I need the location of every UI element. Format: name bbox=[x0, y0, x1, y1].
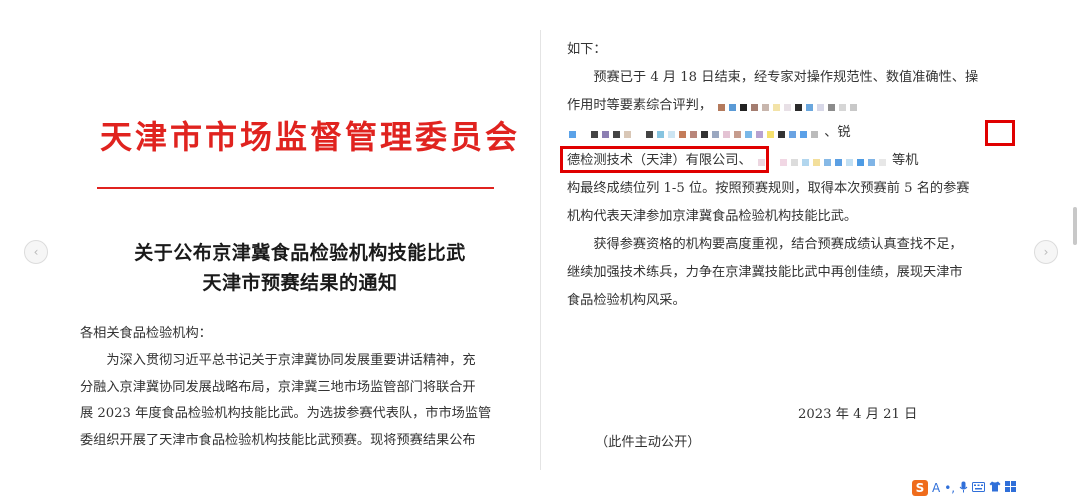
text-line: 食品检验机构风采。 bbox=[567, 293, 686, 308]
logo-s-icon[interactable]: S bbox=[912, 480, 928, 496]
text-line: 预赛已于 4 月 18 日结束，经专家对操作规范性、数值准确性、操 bbox=[567, 70, 979, 85]
text-line: 继续加强技术练兵，力争在京津冀技能比武中再创佳绩，展现天津市 bbox=[567, 265, 963, 280]
text-a-icon[interactable]: A bbox=[932, 481, 940, 495]
issuer-header: 天津市市场监督管理委员会 bbox=[99, 118, 520, 156]
shirt-skin-icon[interactable] bbox=[989, 481, 1001, 495]
chevron-right-icon[interactable]: › bbox=[1034, 240, 1058, 264]
ime-toolbar: S A •, bbox=[912, 478, 1032, 498]
red-divider-rule bbox=[97, 187, 494, 189]
highlight-box bbox=[560, 146, 769, 173]
paragraph-line: 为深入贯彻习近平总书记关于京津冀协同发展重要讲话精神，充 bbox=[80, 353, 476, 368]
text-line: 构最终成绩位列 1-5 位。按照预赛规则，取得本次预赛前 5 名的参赛 bbox=[567, 181, 970, 196]
text-segment: 等机 bbox=[892, 153, 919, 168]
punctuation-icon[interactable]: •, bbox=[944, 481, 955, 495]
text-line: 获得参赛资格的机构要高度重视，结合预赛成绩认真查找不足， bbox=[567, 237, 963, 252]
page-left: 天津市市场监督管理委员会 关于公布京津冀食品检验机构技能比武 天津市预赛结果的通… bbox=[60, 0, 538, 504]
text-segment: 、锐 bbox=[824, 125, 851, 140]
disclosure-note: （此件主动公开） bbox=[595, 435, 701, 450]
scrollbar-thumb[interactable] bbox=[1073, 207, 1077, 245]
signature-date: 2023 年 4 月 21 日 bbox=[798, 407, 918, 422]
page-right: 如下： 预赛已于 4 月 18 日结束，经专家对操作规范性、数值准确性、操 作用… bbox=[555, 0, 1025, 504]
document-viewer: 天津市市场监督管理委员会 关于公布京津冀食品检验机构技能比武 天津市预赛结果的通… bbox=[0, 0, 1080, 504]
text-line: 机构代表天津参加京津冀食品检验机构技能比武。 bbox=[567, 209, 858, 224]
document-title-line2: 天津市预赛结果的通知 bbox=[202, 272, 398, 294]
text-segment: 作用时等要素综合评判， bbox=[567, 98, 713, 113]
salutation: 各相关食品检验机构： bbox=[80, 326, 212, 341]
paragraph-line: 展 2023 年度食品检验机构技能比武。为选拔参赛代表队，市市场监管 bbox=[80, 406, 492, 421]
paragraph-line: 委组织开展了天津市食品检验机构技能比武预赛。现将预赛结果公布 bbox=[80, 432, 476, 448]
page-divider bbox=[540, 30, 541, 470]
paragraph-line: 分融入京津冀协同发展战略布局，京津冀三地市场监管部门将联合开 bbox=[80, 379, 476, 395]
microphone-icon[interactable] bbox=[959, 481, 968, 496]
redacted-mosaic bbox=[567, 127, 820, 138]
chevron-left-icon[interactable]: ‹ bbox=[24, 240, 48, 264]
grid-apps-icon[interactable] bbox=[1005, 481, 1017, 495]
paragraph-intro: 为深入贯彻习近平总书记关于京津冀协同发展重要讲话精神，充 分融入京津冀协同发展战… bbox=[80, 348, 540, 454]
highlight-box bbox=[985, 120, 1015, 146]
redacted-mosaic bbox=[716, 100, 859, 111]
document-title-line1: 关于公布京津冀食品检验机构技能比武 bbox=[134, 242, 466, 264]
text-line: 、锐 bbox=[567, 121, 851, 140]
text-line: 如下： bbox=[567, 42, 607, 57]
text-line: 作用时等要素综合评判， bbox=[567, 94, 859, 113]
redacted-mosaic bbox=[756, 155, 888, 166]
keyboard-icon[interactable] bbox=[972, 481, 986, 495]
